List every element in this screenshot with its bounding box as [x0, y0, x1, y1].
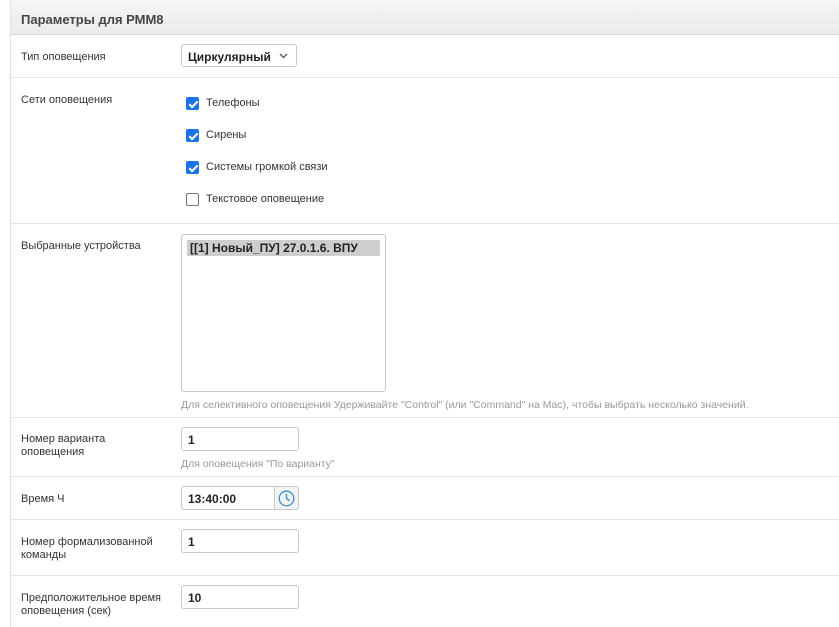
devices-help-text: Для селективного оповещения Удерживайте …	[181, 399, 749, 411]
row-command: Номер формализованной команды 1	[11, 520, 839, 576]
duration-label: Предположительное время оповещения (сек)	[21, 592, 161, 617]
text-notification-checkbox-label: Текстовое оповещение	[206, 193, 325, 205]
time-value: 13:40:00	[188, 492, 237, 506]
device-option-selected[interactable]: [[1] Новый_ПУ] 27.0.1.6. ВПУ	[187, 240, 380, 256]
command-label: Номер формализованной команды	[21, 536, 153, 561]
sirens-checkbox-label: Сирены	[206, 129, 247, 141]
chevron-down-icon	[279, 49, 288, 66]
loudspeakers-checkbox-label: Системы громкой связи	[206, 161, 328, 173]
sirens-checkbox[interactable]	[186, 129, 199, 142]
notification-type-select[interactable]: Циркулярный	[181, 44, 297, 67]
phones-checkbox[interactable]	[186, 97, 199, 110]
row-variant: Номер варианта оповещения 1 Для оповещен…	[11, 418, 839, 477]
row-networks: Сети оповещения Телефоны Сирены Системы …	[11, 78, 839, 224]
duration-input[interactable]: 10	[181, 585, 299, 609]
phones-checkbox-label: Телефоны	[206, 97, 260, 109]
devices-multiselect[interactable]: [[1] Новый_ПУ] 27.0.1.6. ВПУ	[181, 234, 386, 392]
time-label: Время Ч	[21, 493, 65, 505]
command-value: 1	[188, 535, 195, 549]
panel-title: Параметры для РММ8	[21, 12, 164, 27]
command-input[interactable]: 1	[181, 529, 299, 553]
networks-label: Сети оповещения	[21, 94, 113, 106]
row-devices: Выбранные устройства [[1] Новый_ПУ] 27.0…	[11, 224, 839, 418]
time-input[interactable]: 13:40:00	[181, 486, 275, 510]
variant-label: Номер варианта оповещения	[21, 433, 106, 458]
notification-type-label: Тип оповещения	[21, 51, 106, 63]
notification-type-value: Циркулярный	[188, 50, 271, 64]
time-picker-button[interactable]	[275, 486, 299, 510]
row-time: Время Ч 13:40:00	[11, 477, 839, 520]
panel-header: Параметры для РММ8	[11, 4, 839, 35]
duration-value: 10	[188, 591, 202, 605]
variant-input[interactable]: 1	[181, 427, 299, 451]
params-panel: Параметры для РММ8 Тип оповещения Циркул…	[10, 0, 839, 627]
devices-label: Выбранные устройства	[21, 240, 141, 252]
row-duration: Предположительное время оповещения (сек)…	[11, 576, 839, 627]
variant-help-text: Для оповещения "По варианту"	[181, 458, 335, 470]
text-notification-checkbox[interactable]	[186, 193, 199, 206]
row-notification-type: Тип оповещения Циркулярный	[11, 35, 839, 78]
variant-value: 1	[188, 433, 195, 447]
loudspeakers-checkbox[interactable]	[186, 161, 199, 174]
